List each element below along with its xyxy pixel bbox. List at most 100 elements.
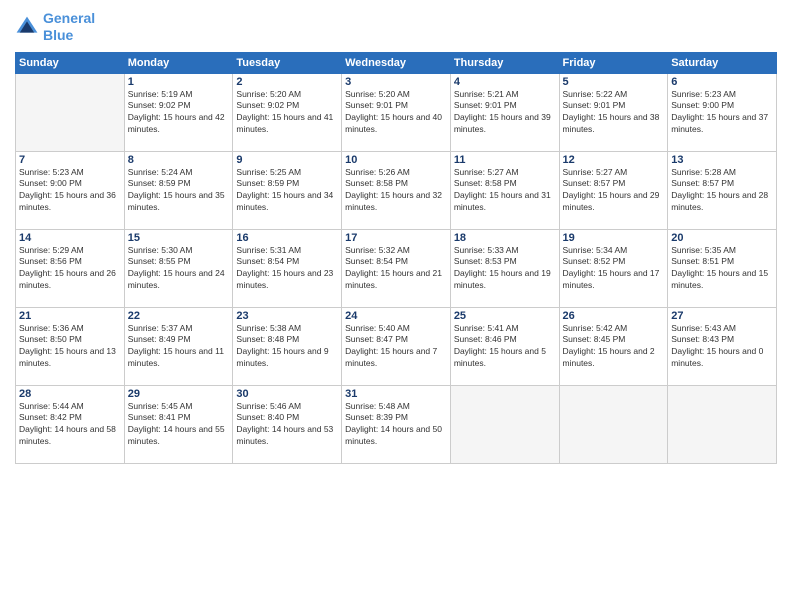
- weekday-header-thursday: Thursday: [450, 52, 559, 73]
- day-info: Sunrise: 5:25 AMSunset: 8:59 PMDaylight:…: [236, 167, 338, 215]
- logo-icon: [15, 15, 39, 39]
- calendar-cell: 8Sunrise: 5:24 AMSunset: 8:59 PMDaylight…: [124, 151, 233, 229]
- day-info: Sunrise: 5:19 AMSunset: 9:02 PMDaylight:…: [128, 89, 230, 137]
- weekday-header-monday: Monday: [124, 52, 233, 73]
- day-info: Sunrise: 5:35 AMSunset: 8:51 PMDaylight:…: [671, 245, 773, 293]
- day-info: Sunrise: 5:28 AMSunset: 8:57 PMDaylight:…: [671, 167, 773, 215]
- day-info: Sunrise: 5:38 AMSunset: 8:48 PMDaylight:…: [236, 323, 338, 371]
- calendar-cell: 2Sunrise: 5:20 AMSunset: 9:02 PMDaylight…: [233, 73, 342, 151]
- calendar-cell: 16Sunrise: 5:31 AMSunset: 8:54 PMDayligh…: [233, 229, 342, 307]
- calendar-cell: 23Sunrise: 5:38 AMSunset: 8:48 PMDayligh…: [233, 307, 342, 385]
- calendar-cell: 5Sunrise: 5:22 AMSunset: 9:01 PMDaylight…: [559, 73, 668, 151]
- day-info: Sunrise: 5:34 AMSunset: 8:52 PMDaylight:…: [563, 245, 665, 293]
- logo-text: General Blue: [43, 10, 95, 44]
- calendar-cell: 22Sunrise: 5:37 AMSunset: 8:49 PMDayligh…: [124, 307, 233, 385]
- calendar-cell: 20Sunrise: 5:35 AMSunset: 8:51 PMDayligh…: [668, 229, 777, 307]
- calendar-cell: 11Sunrise: 5:27 AMSunset: 8:58 PMDayligh…: [450, 151, 559, 229]
- day-info: Sunrise: 5:27 AMSunset: 8:58 PMDaylight:…: [454, 167, 556, 215]
- day-number: 1: [128, 76, 230, 88]
- day-info: Sunrise: 5:26 AMSunset: 8:58 PMDaylight:…: [345, 167, 447, 215]
- day-info: Sunrise: 5:44 AMSunset: 8:42 PMDaylight:…: [19, 401, 121, 449]
- day-number: 15: [128, 232, 230, 244]
- day-info: Sunrise: 5:31 AMSunset: 8:54 PMDaylight:…: [236, 245, 338, 293]
- day-number: 11: [454, 154, 556, 166]
- calendar-cell: 13Sunrise: 5:28 AMSunset: 8:57 PMDayligh…: [668, 151, 777, 229]
- calendar-cell: 15Sunrise: 5:30 AMSunset: 8:55 PMDayligh…: [124, 229, 233, 307]
- day-number: 5: [563, 76, 665, 88]
- day-number: 21: [19, 310, 121, 322]
- day-number: 17: [345, 232, 447, 244]
- day-info: Sunrise: 5:23 AMSunset: 9:00 PMDaylight:…: [19, 167, 121, 215]
- week-row-2: 7Sunrise: 5:23 AMSunset: 9:00 PMDaylight…: [16, 151, 777, 229]
- calendar-cell: 24Sunrise: 5:40 AMSunset: 8:47 PMDayligh…: [342, 307, 451, 385]
- day-info: Sunrise: 5:48 AMSunset: 8:39 PMDaylight:…: [345, 401, 447, 449]
- day-number: 14: [19, 232, 121, 244]
- logo: General Blue: [15, 10, 95, 44]
- day-number: 29: [128, 388, 230, 400]
- calendar-cell: [450, 385, 559, 463]
- page-container: General Blue SundayMondayTuesdayWednesda…: [0, 0, 792, 474]
- week-row-5: 28Sunrise: 5:44 AMSunset: 8:42 PMDayligh…: [16, 385, 777, 463]
- day-info: Sunrise: 5:20 AMSunset: 9:02 PMDaylight:…: [236, 89, 338, 137]
- day-info: Sunrise: 5:42 AMSunset: 8:45 PMDaylight:…: [563, 323, 665, 371]
- day-number: 20: [671, 232, 773, 244]
- day-number: 31: [345, 388, 447, 400]
- calendar-cell: 10Sunrise: 5:26 AMSunset: 8:58 PMDayligh…: [342, 151, 451, 229]
- day-info: Sunrise: 5:45 AMSunset: 8:41 PMDaylight:…: [128, 401, 230, 449]
- day-info: Sunrise: 5:46 AMSunset: 8:40 PMDaylight:…: [236, 401, 338, 449]
- calendar-cell: [16, 73, 125, 151]
- day-number: 30: [236, 388, 338, 400]
- day-number: 7: [19, 154, 121, 166]
- calendar-cell: 31Sunrise: 5:48 AMSunset: 8:39 PMDayligh…: [342, 385, 451, 463]
- calendar-cell: 3Sunrise: 5:20 AMSunset: 9:01 PMDaylight…: [342, 73, 451, 151]
- day-info: Sunrise: 5:21 AMSunset: 9:01 PMDaylight:…: [454, 89, 556, 137]
- day-info: Sunrise: 5:43 AMSunset: 8:43 PMDaylight:…: [671, 323, 773, 371]
- day-number: 28: [19, 388, 121, 400]
- calendar-cell: 1Sunrise: 5:19 AMSunset: 9:02 PMDaylight…: [124, 73, 233, 151]
- calendar-cell: 9Sunrise: 5:25 AMSunset: 8:59 PMDaylight…: [233, 151, 342, 229]
- calendar-cell: 12Sunrise: 5:27 AMSunset: 8:57 PMDayligh…: [559, 151, 668, 229]
- calendar-cell: 29Sunrise: 5:45 AMSunset: 8:41 PMDayligh…: [124, 385, 233, 463]
- calendar-cell: 6Sunrise: 5:23 AMSunset: 9:00 PMDaylight…: [668, 73, 777, 151]
- day-number: 26: [563, 310, 665, 322]
- day-number: 12: [563, 154, 665, 166]
- day-info: Sunrise: 5:20 AMSunset: 9:01 PMDaylight:…: [345, 89, 447, 137]
- day-number: 22: [128, 310, 230, 322]
- week-row-3: 14Sunrise: 5:29 AMSunset: 8:56 PMDayligh…: [16, 229, 777, 307]
- day-info: Sunrise: 5:32 AMSunset: 8:54 PMDaylight:…: [345, 245, 447, 293]
- calendar-cell: 30Sunrise: 5:46 AMSunset: 8:40 PMDayligh…: [233, 385, 342, 463]
- calendar-cell: 28Sunrise: 5:44 AMSunset: 8:42 PMDayligh…: [16, 385, 125, 463]
- day-number: 24: [345, 310, 447, 322]
- calendar-cell: 27Sunrise: 5:43 AMSunset: 8:43 PMDayligh…: [668, 307, 777, 385]
- calendar-cell: 25Sunrise: 5:41 AMSunset: 8:46 PMDayligh…: [450, 307, 559, 385]
- calendar-cell: 26Sunrise: 5:42 AMSunset: 8:45 PMDayligh…: [559, 307, 668, 385]
- day-number: 2: [236, 76, 338, 88]
- day-info: Sunrise: 5:36 AMSunset: 8:50 PMDaylight:…: [19, 323, 121, 371]
- day-number: 3: [345, 76, 447, 88]
- calendar-table: SundayMondayTuesdayWednesdayThursdayFrid…: [15, 52, 777, 464]
- calendar-cell: [559, 385, 668, 463]
- day-info: Sunrise: 5:22 AMSunset: 9:01 PMDaylight:…: [563, 89, 665, 137]
- day-number: 23: [236, 310, 338, 322]
- day-info: Sunrise: 5:24 AMSunset: 8:59 PMDaylight:…: [128, 167, 230, 215]
- weekday-header-row: SundayMondayTuesdayWednesdayThursdayFrid…: [16, 52, 777, 73]
- calendar-cell: [668, 385, 777, 463]
- day-info: Sunrise: 5:30 AMSunset: 8:55 PMDaylight:…: [128, 245, 230, 293]
- calendar-cell: 7Sunrise: 5:23 AMSunset: 9:00 PMDaylight…: [16, 151, 125, 229]
- weekday-header-friday: Friday: [559, 52, 668, 73]
- calendar-cell: 21Sunrise: 5:36 AMSunset: 8:50 PMDayligh…: [16, 307, 125, 385]
- week-row-1: 1Sunrise: 5:19 AMSunset: 9:02 PMDaylight…: [16, 73, 777, 151]
- calendar-cell: 18Sunrise: 5:33 AMSunset: 8:53 PMDayligh…: [450, 229, 559, 307]
- day-number: 4: [454, 76, 556, 88]
- day-info: Sunrise: 5:37 AMSunset: 8:49 PMDaylight:…: [128, 323, 230, 371]
- weekday-header-saturday: Saturday: [668, 52, 777, 73]
- weekday-header-wednesday: Wednesday: [342, 52, 451, 73]
- day-number: 18: [454, 232, 556, 244]
- calendar-cell: 4Sunrise: 5:21 AMSunset: 9:01 PMDaylight…: [450, 73, 559, 151]
- header: General Blue: [15, 10, 777, 44]
- calendar-cell: 14Sunrise: 5:29 AMSunset: 8:56 PMDayligh…: [16, 229, 125, 307]
- weekday-header-tuesday: Tuesday: [233, 52, 342, 73]
- day-info: Sunrise: 5:33 AMSunset: 8:53 PMDaylight:…: [454, 245, 556, 293]
- day-info: Sunrise: 5:41 AMSunset: 8:46 PMDaylight:…: [454, 323, 556, 371]
- day-number: 6: [671, 76, 773, 88]
